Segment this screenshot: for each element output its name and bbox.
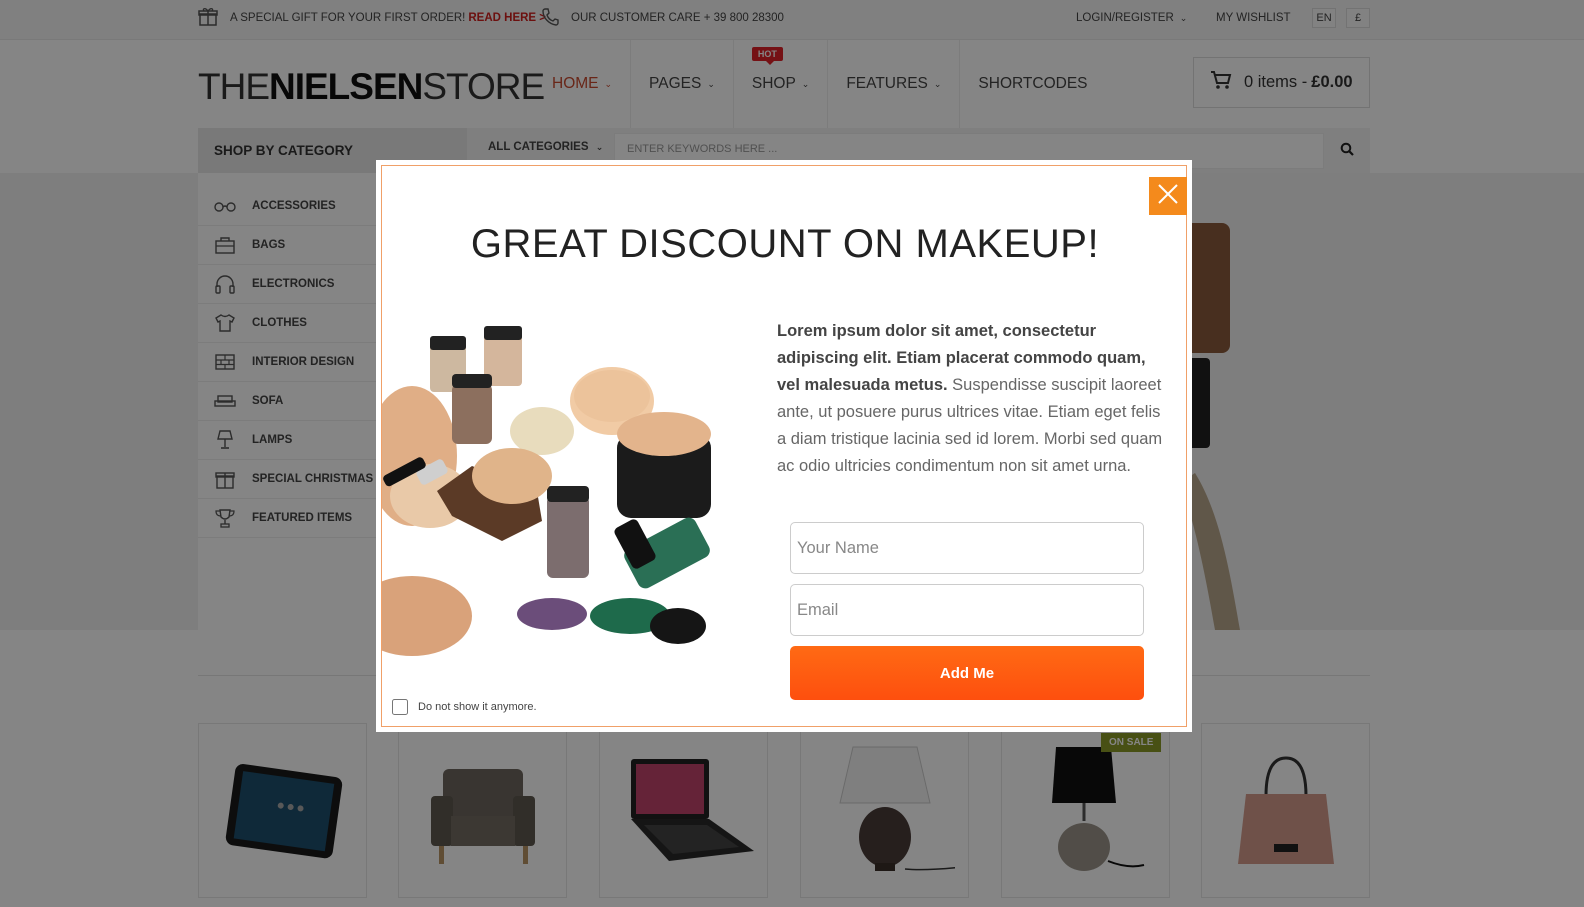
modal-inner-frame: GREAT DISCOUNT ON MAKEUP! Lorem ipsum do…: [381, 165, 1187, 727]
dont-show-option[interactable]: Do not show it anymore.: [392, 699, 537, 715]
dont-show-label: Do not show it anymore.: [418, 701, 537, 713]
email-field[interactable]: [790, 584, 1144, 636]
name-field[interactable]: [790, 522, 1144, 574]
close-icon: [1156, 182, 1180, 211]
add-me-button[interactable]: Add Me: [790, 646, 1144, 700]
close-button[interactable]: [1149, 177, 1187, 215]
newsletter-modal: GREAT DISCOUNT ON MAKEUP! Lorem ipsum do…: [376, 160, 1192, 732]
dont-show-checkbox[interactable]: [392, 699, 408, 715]
makeup-products-image: [382, 326, 711, 656]
modal-description: Lorem ipsum dolor sit amet, consectetur …: [777, 318, 1172, 480]
modal-title: GREAT DISCOUNT ON MAKEUP!: [470, 222, 1100, 266]
